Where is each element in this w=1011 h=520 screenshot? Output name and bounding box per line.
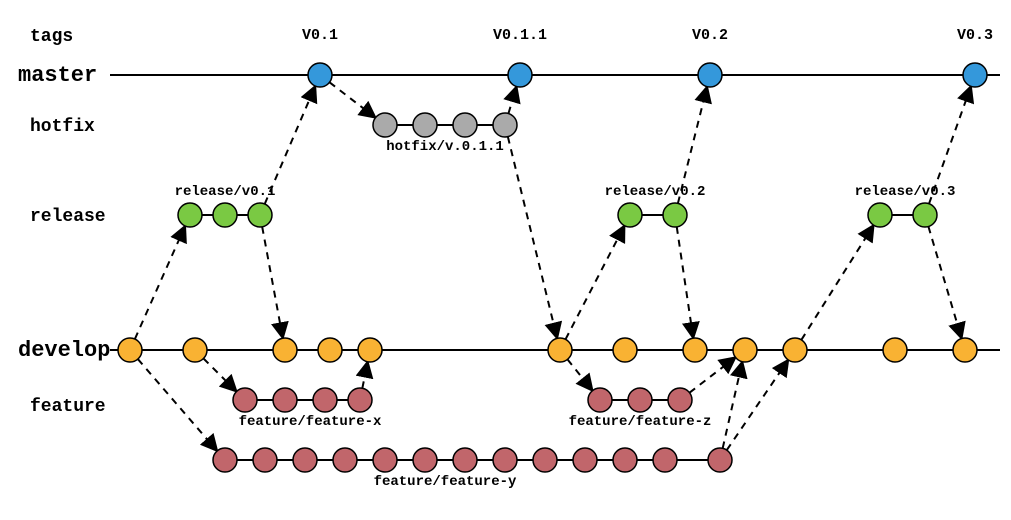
develop-commit-4 bbox=[358, 338, 382, 362]
feature-y-commit-2 bbox=[293, 448, 317, 472]
arrow-0 bbox=[135, 228, 184, 339]
arrow-9 bbox=[801, 227, 872, 340]
arrow-15 bbox=[690, 359, 734, 393]
lane-label-master: master bbox=[18, 63, 97, 88]
hotfix-commit-1 bbox=[413, 113, 437, 137]
hotfix-commit-0 bbox=[373, 113, 397, 137]
hotfix-commit-2 bbox=[453, 113, 477, 137]
lane-label-hotfix: hotfix bbox=[30, 117, 95, 137]
feature-y-commit-10 bbox=[613, 448, 637, 472]
develop-commit-6 bbox=[613, 338, 637, 362]
develop-commit-0 bbox=[118, 338, 142, 362]
feature-y-commit-0 bbox=[213, 448, 237, 472]
feature-x-commit-2 bbox=[313, 388, 337, 412]
feature-z-commit-1 bbox=[628, 388, 652, 412]
tag-V0.1.1: V0.1.1 bbox=[493, 27, 547, 44]
develop-commit-11 bbox=[953, 338, 977, 362]
release-b-commit-1 bbox=[663, 203, 687, 227]
master-commit-0 bbox=[308, 63, 332, 87]
develop-commit-5 bbox=[548, 338, 572, 362]
feature-x-commit-0 bbox=[233, 388, 257, 412]
feature-x-commit-1 bbox=[273, 388, 297, 412]
feature-y-commit-11 bbox=[653, 448, 677, 472]
release-a-commit-2 bbox=[248, 203, 272, 227]
release-a-commit-0 bbox=[178, 203, 202, 227]
arrow-13 bbox=[362, 364, 367, 389]
develop-commit-9 bbox=[783, 338, 807, 362]
develop-commit-7 bbox=[683, 338, 707, 362]
tag-V0.1: V0.1 bbox=[302, 27, 338, 44]
arrow-12 bbox=[203, 358, 235, 390]
arrow-4 bbox=[508, 88, 516, 113]
develop-commit-10 bbox=[883, 338, 907, 362]
feature-z-commit-0 bbox=[588, 388, 612, 412]
branch-label-rel03: release/v0.3 bbox=[855, 184, 956, 200]
feature-x-commit-3 bbox=[348, 388, 372, 412]
feature-y-commit-1 bbox=[253, 448, 277, 472]
hotfix-commit-3 bbox=[493, 113, 517, 137]
master-commit-3 bbox=[963, 63, 987, 87]
feature-y-commit-12 bbox=[708, 448, 732, 472]
tag-V0.2: V0.2 bbox=[692, 27, 728, 44]
branch-label-rel02: release/v0.2 bbox=[605, 184, 706, 200]
arrow-5 bbox=[508, 137, 557, 337]
arrow-14 bbox=[567, 359, 591, 389]
develop-commit-2 bbox=[273, 338, 297, 362]
lane-label-release: release bbox=[30, 207, 106, 227]
arrow-17 bbox=[723, 364, 742, 449]
release-a-commit-1 bbox=[213, 203, 237, 227]
lane-label-feature: feature bbox=[30, 397, 106, 417]
feature-y-commit-4 bbox=[373, 448, 397, 472]
release-b-commit-0 bbox=[618, 203, 642, 227]
feature-y-commit-9 bbox=[573, 448, 597, 472]
tag-V0.3: V0.3 bbox=[957, 27, 993, 44]
lane-label-tags: tags bbox=[30, 27, 73, 47]
arrow-18 bbox=[727, 362, 787, 451]
feature-y-commit-6 bbox=[453, 448, 477, 472]
arrow-16 bbox=[138, 359, 216, 449]
release-c-commit-0 bbox=[868, 203, 892, 227]
feature-z-commit-2 bbox=[668, 388, 692, 412]
branch-label-fx: feature/feature-x bbox=[239, 414, 382, 430]
arrow-6 bbox=[566, 227, 624, 339]
arrow-8 bbox=[677, 227, 693, 336]
feature-y-commit-5 bbox=[413, 448, 437, 472]
feature-y-commit-3 bbox=[333, 448, 357, 472]
branch-label-hf: hotfix/v.0.1.1 bbox=[386, 139, 504, 155]
arrow-2 bbox=[262, 227, 282, 336]
develop-commit-8 bbox=[733, 338, 757, 362]
feature-y-commit-8 bbox=[533, 448, 557, 472]
branch-label-fz: feature/feature-z bbox=[569, 414, 712, 430]
master-commit-2 bbox=[698, 63, 722, 87]
release-c-commit-1 bbox=[913, 203, 937, 227]
develop-commit-3 bbox=[318, 338, 342, 362]
develop-commit-1 bbox=[183, 338, 207, 362]
master-commit-1 bbox=[508, 63, 532, 87]
branch-label-fy: feature/feature-y bbox=[374, 474, 517, 490]
feature-y-commit-7 bbox=[493, 448, 517, 472]
branch-label-rel01: release/v0.1 bbox=[175, 184, 276, 200]
arrow-11 bbox=[928, 227, 961, 337]
arrow-3 bbox=[330, 82, 374, 116]
lane-label-develop: develop bbox=[18, 338, 110, 363]
